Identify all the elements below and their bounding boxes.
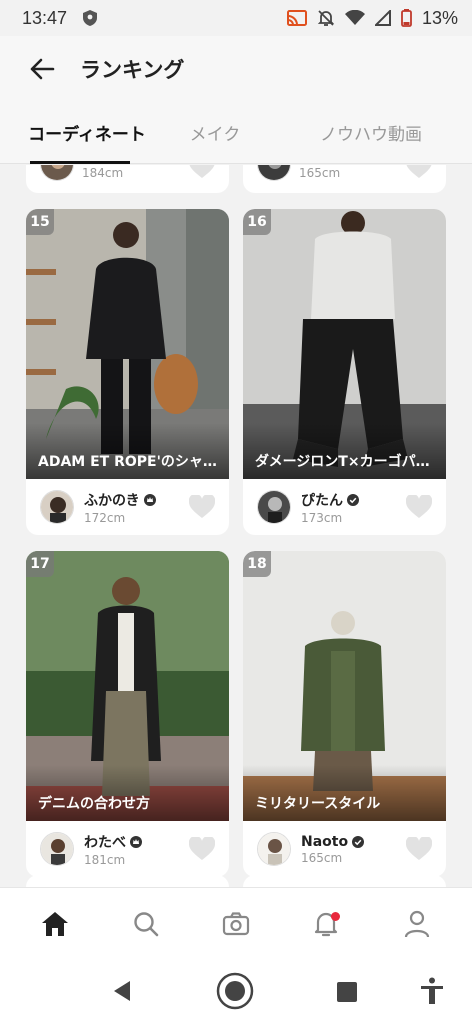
shield-icon [83,10,98,26]
app-header: ランキング [0,36,472,102]
avatar[interactable] [257,490,291,524]
user-height: 172cm [84,510,126,525]
wifi-icon [344,10,365,25]
avatar [257,165,291,181]
cast-icon [286,10,307,26]
tab-bar: コーディネート メイク ノウハウ動画 [0,102,472,164]
system-recents-button[interactable] [336,981,358,1003]
rank-badge: 17 [26,551,54,577]
user-info[interactable]: ぴたん 173cm [243,479,446,535]
outfit-caption: ダメージロンT×カーゴパ… [243,423,446,479]
outfit-photo[interactable]: 15 ADAM ET ROPE'のシャツ… [26,209,229,479]
heart-icon[interactable] [406,165,432,179]
nav-profile[interactable] [387,894,447,954]
verified-badge-icon [347,493,359,506]
coordinate-card[interactable]: 16 ダメージロンT×カーゴパ… ぴたん 173cm [243,209,446,535]
avatar [40,165,74,181]
coordinate-card[interactable] [26,875,229,887]
username: ふかのき [84,492,140,509]
status-bar: 13:47 13% [0,0,472,36]
user-info[interactable]: ふかのき 172cm [26,479,229,535]
heart-icon[interactable] [406,837,432,861]
accessibility-icon [421,977,443,1004]
rank-badge: 15 [26,209,54,235]
outfit-caption: ミリタリースタイル [243,765,446,821]
page-title: ランキング [80,58,185,82]
back-button[interactable] [22,49,62,89]
rank-badge: 18 [243,551,271,577]
coordinate-card[interactable]: 18 ミリタリースタイル Naoto 165cm [243,551,446,877]
recents-square-icon [337,982,357,1002]
partial-card[interactable]: 184cm [26,165,229,193]
profile-icon [404,910,429,937]
crown-badge-icon [130,835,142,848]
avatar[interactable] [40,832,74,866]
arrow-left-icon [30,58,55,80]
heart-icon[interactable] [189,837,215,861]
system-home-button[interactable] [216,972,254,1010]
outfit-caption: ADAM ET ROPE'のシャツ… [26,423,229,479]
avatar[interactable] [257,832,291,866]
system-back-button[interactable] [110,979,134,1003]
search-icon [133,911,158,936]
nav-camera[interactable] [206,894,266,954]
nav-notifications[interactable] [296,894,356,954]
user-height: 184cm [82,166,124,180]
tab-knowhow-video[interactable]: ノウハウ動画 [270,102,472,163]
outfit-photo[interactable]: 17 デニムの合わせ方 [26,551,229,821]
back-triangle-icon [114,981,130,1001]
accessibility-button[interactable] [420,977,444,1005]
user-height: 165cm [301,850,343,865]
user-height: 165cm [299,166,341,180]
user-info[interactable]: わたべ 181cm [26,821,229,877]
username: Naoto [301,833,349,850]
heart-icon[interactable] [189,495,215,519]
mute-icon [317,10,335,26]
nav-home[interactable] [25,894,85,954]
user-height: 173cm [301,510,343,525]
heart-icon[interactable] [406,495,432,519]
user-height: 181cm [84,852,126,867]
outfit-photo[interactable]: 18 ミリタリースタイル [243,551,446,821]
rank-badge: 16 [243,209,271,235]
heart-icon[interactable] [189,165,215,179]
outfit-caption: デニムの合わせ方 [26,765,229,821]
partial-card[interactable]: 165cm [243,165,446,193]
coordinate-card[interactable] [243,875,446,887]
battery-percent: 13% [421,7,458,28]
home-icon [42,911,69,936]
bottom-navigation [0,887,472,959]
tab-coordinate[interactable]: コーディネート [0,102,160,164]
notification-dot [331,911,341,921]
user-info[interactable]: Naoto 165cm [243,821,446,877]
outfit-photo[interactable]: 16 ダメージロンT×カーゴパ… [243,209,446,479]
home-circle-icon [216,972,254,1010]
coordinate-card[interactable]: 17 デニムの合わせ方 わたべ 181cm [26,551,229,877]
ranking-feed[interactable]: 184cm 165cm 15 ADAM ET ROPE'のシャツ… ふかのき 1… [0,165,472,887]
camera-icon [222,911,250,935]
coordinate-card[interactable]: 15 ADAM ET ROPE'のシャツ… ふかのき 172cm [26,209,229,535]
battery-icon [401,9,412,27]
system-navigation [0,959,472,1024]
avatar[interactable] [40,490,74,524]
username: ぴたん [301,492,343,509]
verified-badge-icon [352,835,365,848]
signal-icon [374,10,391,26]
tab-makeup[interactable]: メイク [160,102,270,163]
status-time: 13:47 [22,7,68,28]
crown-badge-icon [143,493,156,506]
nav-search[interactable] [116,894,176,954]
username: わたべ [84,834,126,851]
